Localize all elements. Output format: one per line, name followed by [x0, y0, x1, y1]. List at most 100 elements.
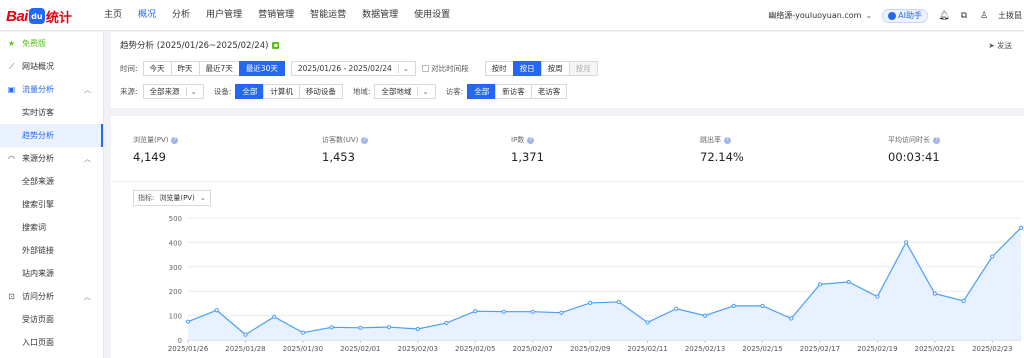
data-point — [789, 316, 794, 321]
sidebar-item-source-analysis[interactable]: ◠ 来源分析 ︿ — [0, 147, 103, 170]
site-selector[interactable]: 幽络源-youluoyuan.com — [768, 10, 861, 21]
data-point — [272, 314, 277, 319]
help-icon: ? — [724, 136, 731, 144]
sidebar-item-label: 全部来源 — [22, 177, 54, 186]
metric-uv[interactable]: 访客数(UV)? 1,453 — [322, 135, 369, 164]
chevron-up-icon: ︿ — [84, 85, 91, 94]
metric-pv[interactable]: 浏览量(PV)? 4,149 — [133, 135, 179, 164]
time-today-button[interactable]: 今天 — [142, 61, 172, 76]
data-point — [674, 306, 679, 311]
sidebar-item-entry-pages[interactable]: 入口页面 — [0, 331, 103, 354]
chart-y-axis: 0 100 200 300 400 500 — [169, 215, 182, 345]
metrics-summary: 浏览量(PV)? 4,149 访客数(UV)? 1,453 IP数? 1,371… — [111, 116, 1024, 182]
sidebar-item-traffic-analysis[interactable]: ▣ 流量分析 ︿ — [0, 78, 103, 101]
nav-user-management[interactable]: 用户管理 — [198, 0, 250, 31]
sidebar-item-label: 流量分析 — [22, 85, 54, 94]
sidebar-item-external-links[interactable]: 外部链接 — [0, 239, 103, 262]
x-tick-label: 2025/01/28 — [225, 345, 265, 353]
region-select[interactable]: 全部地域 ⌄ — [374, 84, 436, 99]
nav-overview[interactable]: 概况 — [130, 0, 164, 31]
visitor-returning-button[interactable]: 老访客 — [530, 84, 568, 99]
trend-chart[interactable]: 0100200300400500 2025/01/26 2025/01/28 202… — [111, 206, 1024, 358]
baidu-tongji-logo[interactable]: Bai du 统计 — [6, 6, 72, 26]
metric-bounce-rate[interactable]: 跳出率? 72.14% — [700, 135, 744, 164]
sidebar-item-realtime-visitors[interactable]: 实时访客 — [0, 101, 103, 124]
indicator-select[interactable]: 指标: 浏览量(PV) ⌄ — [133, 190, 211, 206]
nav-home[interactable]: 主页 — [96, 0, 130, 31]
sidebar-item-label: 站内来源 — [22, 269, 54, 278]
username[interactable]: 土拨鼠 — [998, 10, 1022, 21]
link-icon[interactable]: ⧉ — [958, 10, 970, 22]
user-icon[interactable]: ♙ — [978, 10, 990, 22]
segment-filter-row: 来源: 全部来源 ⌄ 设备: 全部 计算机 移动设备 地域: 全部地域 ⌄ 访客: … — [120, 84, 568, 99]
granularity-day-button[interactable]: 按日 — [512, 61, 542, 76]
metric-label: 跳出率 — [700, 136, 721, 144]
granularity-week-button[interactable]: 按周 — [540, 61, 570, 76]
sidebar-item-all-sources[interactable]: 全部来源 — [0, 170, 103, 193]
send-label: 发送 — [997, 41, 1012, 50]
visitor-label: 访客: — [445, 87, 464, 96]
sidebar-item-visit-analysis[interactable]: ⊡ 访问分析 ︿ — [0, 285, 103, 308]
logo-text: Bai — [6, 7, 28, 25]
granularity-month-button[interactable]: 按月 — [568, 61, 598, 76]
data-point — [817, 282, 823, 287]
top-navbar: Bai du 统计 主页 概况 分析 用户管理 营销管理 智能运营 数据管理 使… — [0, 0, 1024, 31]
logo-suffix: 统计 — [45, 10, 72, 26]
filter-panel: 趋势分析 (2025/01/26~2025/02/24) ▪ ➤ 发送 时间: … — [111, 32, 1024, 108]
chevron-down-icon[interactable]: ⌄ — [865, 11, 872, 20]
granularity-hour-button[interactable]: 按时 — [484, 61, 514, 76]
time-7days-button[interactable]: 最近7天 — [198, 61, 240, 76]
sidebar-item-label: 受访页面 — [22, 315, 54, 324]
data-point — [329, 325, 334, 330]
source-label: 来源: — [120, 87, 138, 96]
nav-data-management[interactable]: 数据管理 — [354, 0, 406, 31]
compare-label: 对比时间段 — [431, 64, 469, 73]
device-all-button[interactable]: 全部 — [235, 84, 265, 99]
metric-avg-duration[interactable]: 平均访问时长? 00:03:41 — [888, 135, 940, 164]
x-tick-label: 2025/02/17 — [800, 345, 840, 353]
x-tick-label: 2025/02/19 — [857, 345, 897, 353]
sidebar-item-search-terms[interactable]: 搜索词 — [0, 216, 103, 239]
chevron-up-icon: ︿ — [84, 154, 91, 163]
metric-value: 1,453 — [322, 150, 355, 164]
traffic-icon: ▣ — [7, 85, 16, 94]
date-range-picker[interactable]: 2025/01/26 - 2025/02/24 ⌄ — [290, 61, 417, 76]
star-icon: ★ — [7, 39, 16, 48]
nav-settings[interactable]: 使用设置 — [406, 0, 458, 31]
data-point — [358, 325, 363, 330]
nav-analysis[interactable]: 分析 — [164, 0, 198, 31]
x-tick-label: 2025/02/03 — [398, 345, 438, 353]
metric-value: 72.14% — [700, 150, 744, 164]
compare-checkbox[interactable]: 对比时间段 — [422, 63, 469, 74]
nav-smart-ops[interactable]: 智能运营 — [302, 0, 354, 31]
free-edition-badge[interactable]: ★ 免费版 — [0, 32, 103, 55]
time-yesterday-button[interactable]: 昨天 — [170, 61, 200, 76]
indicator-value: 浏览量(PV) — [159, 194, 195, 202]
visitor-new-button[interactable]: 新访客 — [495, 84, 532, 99]
visitor-all-button[interactable]: 全部 — [467, 84, 497, 99]
sidebar-item-search-engines[interactable]: 搜索引擎 — [0, 193, 103, 216]
sidebar-item-site-overview[interactable]: ⟋ 网站概况 — [0, 55, 103, 78]
data-point — [415, 326, 420, 332]
metric-ip[interactable]: IP数? 1,371 — [511, 135, 544, 164]
x-tick-label: 2025/02/11 — [627, 345, 667, 353]
data-point — [731, 303, 736, 308]
data-point — [185, 319, 191, 324]
source-select[interactable]: 全部来源 ⌄ — [142, 84, 204, 99]
data-point — [760, 303, 765, 308]
nav-marketing[interactable]: 营销管理 — [250, 0, 302, 31]
y-tick-label: 100 — [169, 313, 182, 321]
sidebar-item-internal-sources[interactable]: 站内来源 — [0, 262, 103, 285]
bell-icon[interactable]: 🔔︎ — [938, 10, 950, 22]
device-mobile-button[interactable]: 移动设备 — [298, 84, 343, 99]
data-point — [559, 310, 564, 315]
indicator-label: 指标: — [138, 194, 155, 202]
x-tick-label: 2025/02/09 — [570, 345, 610, 353]
device-pc-button[interactable]: 计算机 — [263, 84, 300, 99]
sidebar-item-trend-analysis[interactable]: 趋势分析 — [0, 124, 103, 147]
x-tick-label: 2025/01/26 — [168, 345, 209, 353]
sidebar-item-visited-pages[interactable]: 受访页面 — [0, 308, 103, 331]
ai-assistant-button[interactable]: AI助手 — [882, 8, 928, 23]
send-button[interactable]: ➤ 发送 — [988, 40, 1012, 51]
time-30days-button[interactable]: 最近30天 — [238, 61, 285, 76]
